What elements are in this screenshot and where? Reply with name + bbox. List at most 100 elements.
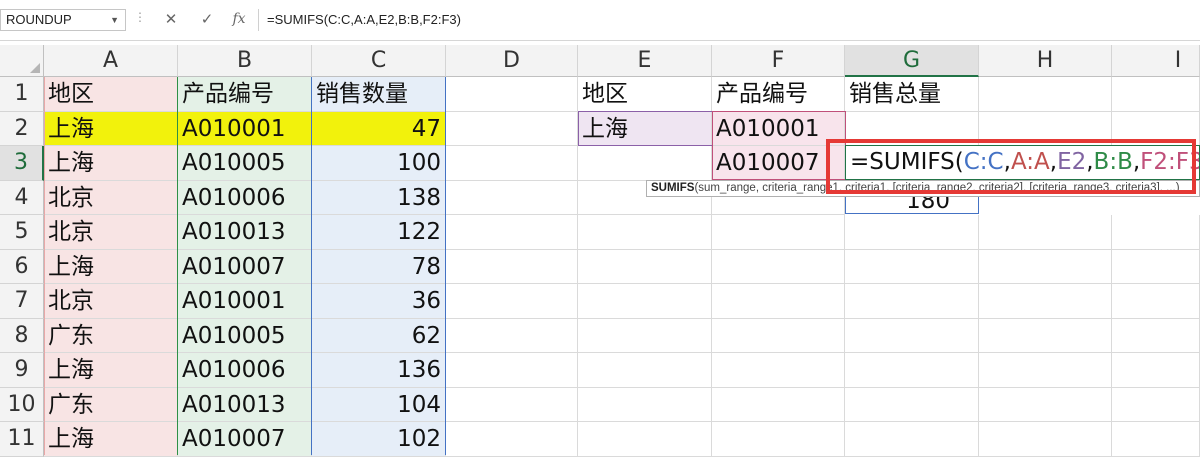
cell-f3[interactable]: A010007 bbox=[712, 146, 845, 181]
row-header-6[interactable]: 6 bbox=[0, 249, 44, 284]
name-box[interactable]: ROUNDUP ▼ bbox=[0, 9, 126, 31]
cell-b1[interactable]: 产品编号 bbox=[178, 77, 312, 112]
cell-d2[interactable] bbox=[446, 111, 578, 146]
cell-e2[interactable]: 上海 bbox=[578, 111, 712, 146]
cell-e8[interactable] bbox=[578, 318, 712, 353]
cell-e10[interactable] bbox=[578, 387, 712, 422]
column-header-i[interactable]: I bbox=[1112, 45, 1200, 77]
cell-c7[interactable]: 36 bbox=[312, 284, 446, 319]
cell-c2[interactable]: 47 bbox=[312, 111, 446, 146]
cell-e5[interactable] bbox=[578, 215, 712, 250]
cell-g11[interactable] bbox=[845, 422, 979, 457]
cell-i1[interactable] bbox=[1112, 77, 1200, 112]
cell-c1[interactable]: 销售数量 bbox=[312, 77, 446, 112]
cell-h1[interactable] bbox=[979, 77, 1112, 112]
cell-h8[interactable] bbox=[979, 318, 1112, 353]
row-header-8[interactable]: 8 bbox=[0, 318, 44, 353]
cell-b3[interactable]: A010005 bbox=[178, 146, 312, 181]
cell-d1[interactable] bbox=[446, 77, 578, 112]
insert-function-icon[interactable]: fx bbox=[228, 8, 250, 30]
cell-b10[interactable]: A010013 bbox=[178, 387, 312, 422]
cell-i2[interactable] bbox=[1112, 111, 1200, 146]
cell-d5[interactable] bbox=[446, 215, 578, 250]
cell-h6[interactable] bbox=[979, 249, 1112, 284]
cell-f7[interactable] bbox=[712, 284, 845, 319]
cell-a3[interactable]: 上海 bbox=[44, 146, 178, 181]
cell-g8[interactable] bbox=[845, 318, 979, 353]
cell-b6[interactable]: A010007 bbox=[178, 249, 312, 284]
cell-f1[interactable]: 产品编号 bbox=[712, 77, 845, 112]
cell-f5[interactable] bbox=[712, 215, 845, 250]
cell-f6[interactable] bbox=[712, 249, 845, 284]
cell-e9[interactable] bbox=[578, 353, 712, 388]
tooltip-function-name[interactable]: SUMIFS bbox=[651, 182, 694, 194]
cell-c3[interactable]: 100 bbox=[312, 146, 446, 181]
select-all-button[interactable] bbox=[0, 45, 44, 77]
cell-e7[interactable] bbox=[578, 284, 712, 319]
cell-c8[interactable]: 62 bbox=[312, 318, 446, 353]
cell-i11[interactable] bbox=[1112, 422, 1200, 457]
row-header-7[interactable]: 7 bbox=[0, 284, 44, 319]
cell-a1[interactable]: 地区 bbox=[44, 77, 178, 112]
cell-d10[interactable] bbox=[446, 387, 578, 422]
cell-g5[interactable] bbox=[845, 215, 979, 250]
cell-h7[interactable] bbox=[979, 284, 1112, 319]
cell-b2[interactable]: A010001 bbox=[178, 111, 312, 146]
cell-i7[interactable] bbox=[1112, 284, 1200, 319]
cell-d9[interactable] bbox=[446, 353, 578, 388]
column-header-h[interactable]: H bbox=[979, 45, 1112, 77]
cell-f9[interactable] bbox=[712, 353, 845, 388]
enter-icon[interactable]: ✓ bbox=[196, 8, 218, 30]
cell-e1[interactable]: 地区 bbox=[578, 77, 712, 112]
cell-b5[interactable]: A010013 bbox=[178, 215, 312, 250]
cell-i5[interactable] bbox=[1112, 215, 1200, 250]
column-header-b[interactable]: B bbox=[178, 45, 312, 77]
row-header-1[interactable]: 1 bbox=[0, 77, 44, 112]
cell-b11[interactable]: A010007 bbox=[178, 422, 312, 457]
drag-handle-icon[interactable]: ⋮ bbox=[134, 10, 146, 24]
cancel-icon[interactable]: ✕ bbox=[160, 8, 182, 30]
row-header-11[interactable]: 11 bbox=[0, 422, 44, 457]
column-header-f[interactable]: F bbox=[712, 45, 845, 77]
cell-h10[interactable] bbox=[979, 387, 1112, 422]
cell-d8[interactable] bbox=[446, 318, 578, 353]
cell-c10[interactable]: 104 bbox=[312, 387, 446, 422]
row-header-5[interactable]: 5 bbox=[0, 215, 44, 250]
cell-g7[interactable] bbox=[845, 284, 979, 319]
column-header-e[interactable]: E bbox=[578, 45, 712, 77]
cell-f8[interactable] bbox=[712, 318, 845, 353]
cell-d11[interactable] bbox=[446, 422, 578, 457]
row-header-4[interactable]: 4 bbox=[0, 180, 44, 215]
cell-h9[interactable] bbox=[979, 353, 1112, 388]
cell-b9[interactable]: A010006 bbox=[178, 353, 312, 388]
row-header-10[interactable]: 10 bbox=[0, 387, 44, 422]
cell-g9[interactable] bbox=[845, 353, 979, 388]
cell-e3[interactable] bbox=[578, 146, 712, 181]
formula-input[interactable]: =SUMIFS(C:C,A:A,E2,B:B,F2:F3) bbox=[258, 9, 1198, 31]
column-header-a[interactable]: A bbox=[44, 45, 178, 77]
cell-c4[interactable]: 138 bbox=[312, 180, 446, 215]
cell-b4[interactable]: A010006 bbox=[178, 180, 312, 215]
cell-g10[interactable] bbox=[845, 387, 979, 422]
cell-g1[interactable]: 销售总量 bbox=[845, 77, 979, 112]
cell-a8[interactable]: 广东 bbox=[44, 318, 178, 353]
cell-i9[interactable] bbox=[1112, 353, 1200, 388]
cell-d3[interactable] bbox=[446, 146, 578, 181]
cell-a9[interactable]: 上海 bbox=[44, 353, 178, 388]
cell-c9[interactable]: 136 bbox=[312, 353, 446, 388]
cell-f11[interactable] bbox=[712, 422, 845, 457]
column-header-g[interactable]: G bbox=[845, 45, 979, 77]
cell-a4[interactable]: 北京 bbox=[44, 180, 178, 215]
cell-g6[interactable] bbox=[845, 249, 979, 284]
cell-h5[interactable] bbox=[979, 215, 1112, 250]
cell-g2[interactable] bbox=[845, 111, 979, 146]
cell-i10[interactable] bbox=[1112, 387, 1200, 422]
cell-a10[interactable]: 广东 bbox=[44, 387, 178, 422]
row-header-3[interactable]: 3 bbox=[0, 146, 44, 181]
cell-c11[interactable]: 102 bbox=[312, 422, 446, 457]
function-tooltip[interactable]: SUMIFS(sum_range, criteria_range1, crite… bbox=[646, 180, 1200, 197]
cell-g3-editor[interactable]: =SUMIFS(C:C,A:A,E2,B:B,F2:F3) bbox=[845, 145, 1200, 180]
cell-e6[interactable] bbox=[578, 249, 712, 284]
cell-a5[interactable]: 北京 bbox=[44, 215, 178, 250]
row-header-2[interactable]: 2 bbox=[0, 111, 44, 146]
